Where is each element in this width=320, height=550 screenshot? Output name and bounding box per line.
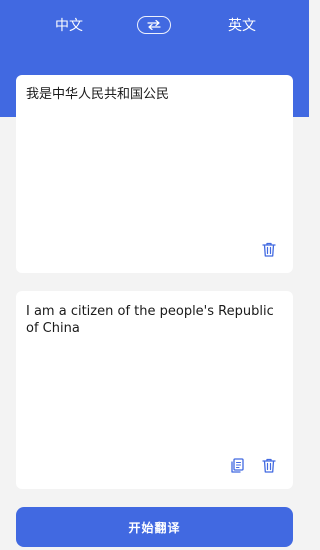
clear-source-button[interactable] xyxy=(261,241,277,257)
source-text-input[interactable]: 我是中华人民共和国公民 xyxy=(26,86,281,103)
source-language-selector[interactable]: 中文 xyxy=(55,17,83,35)
trash-icon xyxy=(262,242,276,257)
translation-result-card: I am a citizen of the people's Republic … xyxy=(16,291,293,489)
start-translation-button[interactable]: 开始翻译 xyxy=(16,507,293,547)
clear-result-button[interactable] xyxy=(261,457,277,473)
copy-icon xyxy=(231,457,244,473)
swap-languages-button[interactable] xyxy=(137,16,171,34)
translation-result-text: I am a citizen of the people's Republic … xyxy=(26,304,278,336)
target-language-selector[interactable]: 英文 xyxy=(228,17,256,35)
source-text-card: 我是中华人民共和国公民 xyxy=(16,75,293,273)
copy-result-button[interactable] xyxy=(229,457,245,473)
trash-icon xyxy=(262,458,276,473)
language-bar: 中文 英文 xyxy=(0,0,309,52)
swap-arrows-icon xyxy=(147,20,161,30)
